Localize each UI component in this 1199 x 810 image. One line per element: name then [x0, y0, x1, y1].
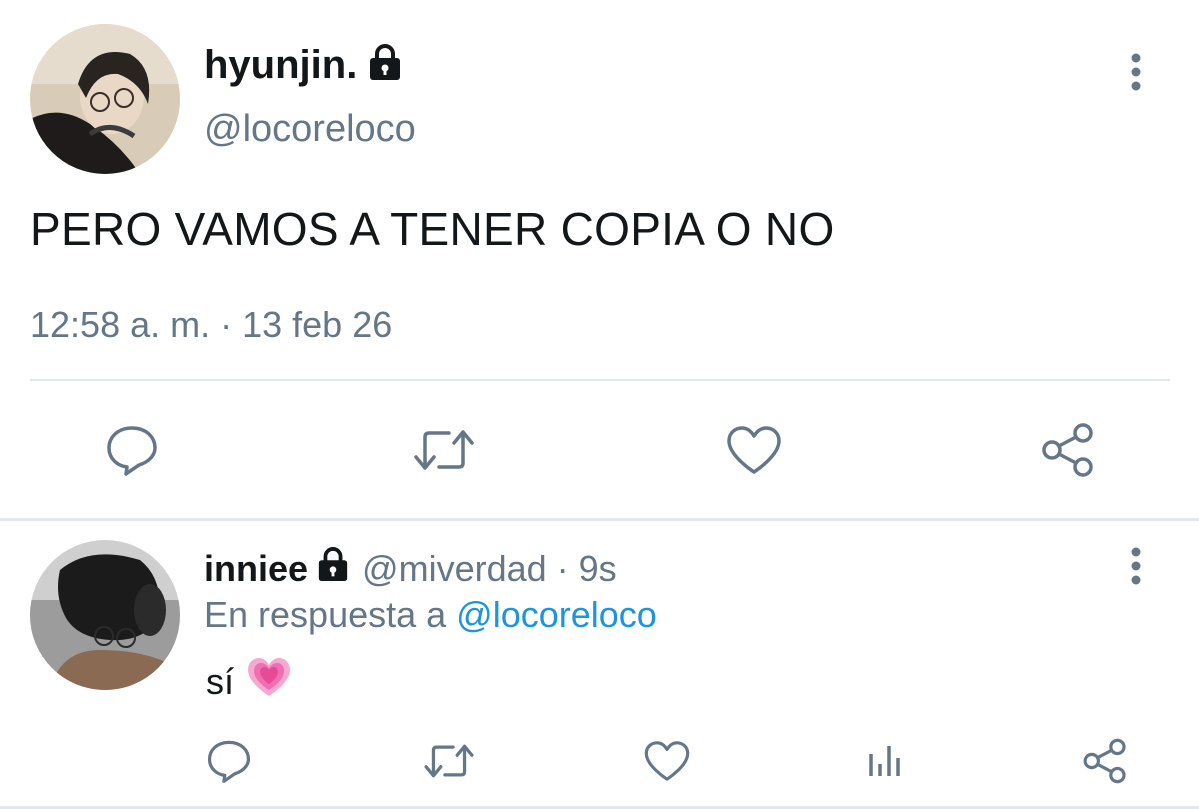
in-reply-prefix: En respuesta a — [204, 594, 447, 635]
divider — [30, 379, 1170, 381]
bottom-divider — [0, 806, 1199, 809]
avatar-main[interactable] — [30, 24, 180, 174]
growing-heart-emoji-icon — [246, 656, 292, 707]
in-reply-handle-link[interactable]: @locoreloco — [456, 594, 657, 635]
share-button[interactable] — [1078, 736, 1132, 786]
lock-icon — [316, 546, 350, 593]
like-icon — [644, 741, 690, 781]
analytics-icon — [869, 746, 900, 776]
reply-icon — [207, 740, 251, 783]
analytics-button[interactable] — [860, 736, 910, 786]
reply-text-row: sí — [206, 656, 292, 707]
retweet-button[interactable] — [420, 736, 478, 786]
display-name[interactable]: inniee — [204, 548, 308, 590]
more-options-icon[interactable] — [1124, 544, 1148, 588]
reply-button[interactable] — [100, 420, 164, 480]
reply-text: sí — [206, 660, 235, 702]
handle[interactable]: @locoreloco — [204, 108, 416, 151]
share-icon — [1083, 738, 1126, 784]
tweet-timestamp[interactable]: 12:58 a. m. · 13 feb 26 — [30, 304, 392, 346]
time-ago[interactable]: 9s — [579, 548, 617, 590]
more-options-icon[interactable] — [1124, 50, 1148, 94]
like-button[interactable] — [640, 736, 694, 786]
retweet-icon — [414, 430, 474, 470]
retweet-button[interactable] — [408, 420, 480, 480]
like-button[interactable] — [722, 420, 786, 480]
reply-name-row: inniee @miverdad · 9s — [204, 546, 617, 592]
share-button[interactable] — [1036, 420, 1100, 480]
avatar-reply[interactable] — [30, 540, 180, 690]
reply-button[interactable] — [202, 736, 256, 786]
share-icon — [1042, 423, 1093, 477]
in-reply-to: En respuesta a @locoreloco — [204, 594, 657, 636]
section-divider — [0, 518, 1199, 521]
display-name[interactable]: hyunjin. — [204, 43, 357, 88]
like-icon — [727, 426, 781, 474]
main-name-row: hyunjin. — [204, 40, 403, 90]
separator: · — [556, 548, 569, 589]
reply-icon — [107, 426, 157, 476]
handle[interactable]: @miverdad — [362, 548, 547, 590]
lock-icon — [367, 43, 403, 88]
tweet-text: PERO VAMOS A TENER COPIA O NO — [30, 203, 835, 255]
retweet-icon — [424, 744, 474, 778]
